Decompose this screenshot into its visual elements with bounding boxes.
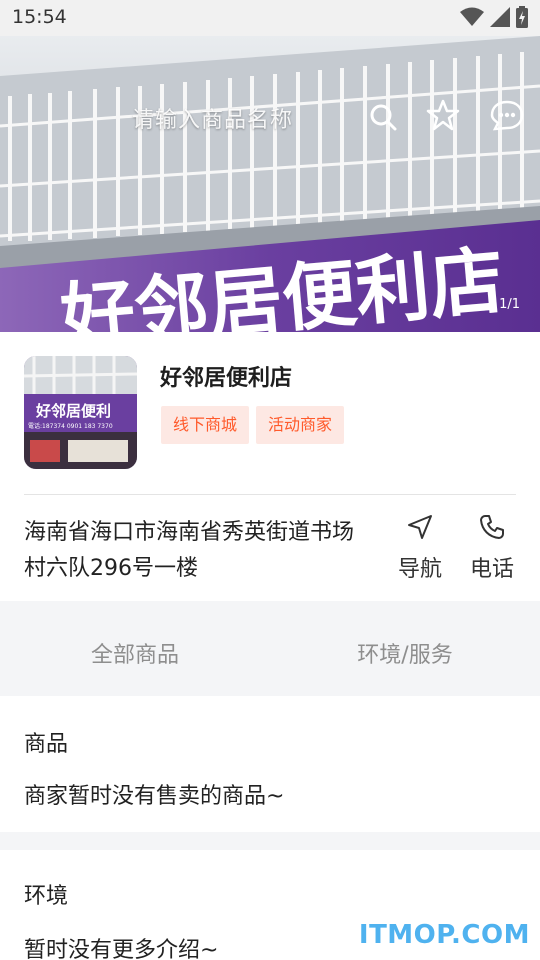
tab-environment-service[interactable]: 环境/服务 <box>270 601 540 696</box>
tab-all-goods[interactable]: 全部商品 <box>0 601 270 696</box>
shop-tabs: 全部商品 环境/服务 <box>0 601 540 696</box>
thumb-sign-text: 好邻居便利 <box>35 402 111 420</box>
tag-promo-merchant: 活动商家 <box>256 406 345 444</box>
shop-address: 海南省海口市海南省秀英街道书场村六队296号一楼 <box>24 520 355 581</box>
shop-banner[interactable]: 好邻居便利店 请输入商品名称 1/1 <box>0 36 540 332</box>
environment-empty-text: 暂时没有更多介绍~ <box>24 938 219 960</box>
search-bar[interactable]: 请输入商品名称 <box>104 98 404 136</box>
battery-icon <box>516 6 528 28</box>
call-button[interactable]: 电话 <box>462 513 522 583</box>
phone-icon <box>480 515 504 539</box>
signal-icon <box>490 7 510 27</box>
goods-section: 商品 商家暂时没有售卖的商品~ <box>0 696 540 832</box>
shop-thumbnail-image: 好邻居便利 電话:187374 0901 183 7370 <box>24 356 137 469</box>
wifi-icon <box>460 7 484 26</box>
section-gap <box>0 832 540 850</box>
shop-thumbnail[interactable]: 好邻居便利 電话:187374 0901 183 7370 <box>24 356 137 469</box>
thumb-phone-text: 電话:187374 0901 183 7370 <box>28 422 113 430</box>
search-icon[interactable] <box>368 102 398 132</box>
shop-info: 好邻居便利 電话:187374 0901 183 7370 好邻居便利店 线下商… <box>0 332 540 494</box>
site-watermark: ITMOP.COM <box>358 920 530 950</box>
page-indicator: 1/1 <box>499 297 520 312</box>
goods-empty-text: 商家暂时没有售卖的商品~ <box>24 784 285 809</box>
storefront-photo: 好邻居便利店 <box>0 36 540 332</box>
shop-name: 好邻居便利店 <box>160 366 293 391</box>
environment-section-title: 环境 <box>24 884 69 909</box>
star-icon[interactable] <box>426 98 460 132</box>
status-time: 15:54 <box>12 6 67 28</box>
goods-section-title: 商品 <box>24 732 69 757</box>
search-placeholder[interactable]: 请输入商品名称 <box>132 102 293 134</box>
navigation-arrow-icon <box>408 515 432 539</box>
status-bar: 15:54 <box>0 0 540 36</box>
message-icon[interactable] <box>490 98 524 132</box>
tag-offline-mall: 线下商城 <box>161 406 250 444</box>
shop-tags: 线下商城 活动商家 <box>161 406 345 444</box>
status-icons <box>460 6 528 28</box>
call-label: 电话 <box>469 557 514 582</box>
address-row: 海南省海口市海南省秀英街道书场村六队296号一楼 导航 电话 <box>0 495 540 601</box>
navigate-label: 导航 <box>397 557 442 582</box>
navigate-button[interactable]: 导航 <box>390 513 450 583</box>
